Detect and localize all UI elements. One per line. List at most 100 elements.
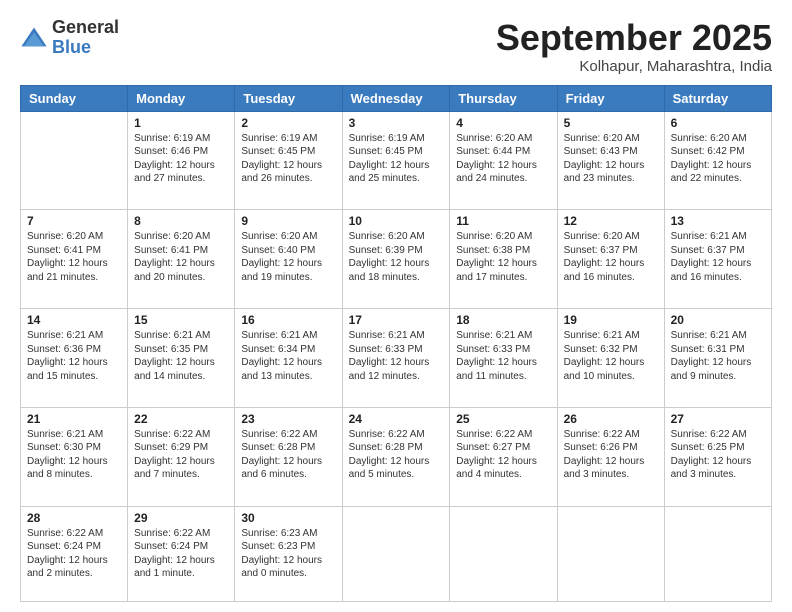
day-number: 30 (241, 511, 335, 525)
table-row: 12 Sunrise: 6:20 AM Sunset: 6:37 PM Dayli… (557, 210, 664, 309)
calendar-row: 7 Sunrise: 6:20 AM Sunset: 6:41 PM Daylig… (21, 210, 772, 309)
day-number: 2 (241, 116, 335, 130)
table-row: 4 Sunrise: 6:20 AM Sunset: 6:44 PM Daylig… (450, 111, 557, 210)
day-info: Sunrise: 6:21 AM Sunset: 6:33 PM Dayligh… (456, 329, 550, 383)
calendar-row: 14 Sunrise: 6:21 AM Sunset: 6:36 PM Dayli… (21, 309, 772, 408)
table-row (450, 506, 557, 601)
col-saturday: Saturday (664, 85, 771, 111)
day-info: Sunrise: 6:21 AM Sunset: 6:31 PM Dayligh… (671, 329, 765, 383)
weekday-header-row: Sunday Monday Tuesday Wednesday Thursday… (21, 85, 772, 111)
table-row (557, 506, 664, 601)
table-row: 20 Sunrise: 6:21 AM Sunset: 6:31 PM Dayli… (664, 309, 771, 408)
day-info: Sunrise: 6:22 AM Sunset: 6:24 PM Dayligh… (27, 527, 121, 581)
title-block: September 2025 Kolhapur, Maharashtra, In… (496, 18, 772, 75)
day-number: 28 (27, 511, 121, 525)
day-number: 29 (134, 511, 228, 525)
day-info: Sunrise: 6:22 AM Sunset: 6:24 PM Dayligh… (134, 527, 228, 581)
day-info: Sunrise: 6:22 AM Sunset: 6:28 PM Dayligh… (241, 428, 335, 482)
table-row: 14 Sunrise: 6:21 AM Sunset: 6:36 PM Dayli… (21, 309, 128, 408)
day-info: Sunrise: 6:20 AM Sunset: 6:38 PM Dayligh… (456, 230, 550, 284)
table-row: 8 Sunrise: 6:20 AM Sunset: 6:41 PM Daylig… (128, 210, 235, 309)
day-info: Sunrise: 6:22 AM Sunset: 6:28 PM Dayligh… (349, 428, 444, 482)
table-row: 26Sunrise: 6:22 AM Sunset: 6:26 PM Dayli… (557, 407, 664, 506)
table-row (21, 111, 128, 210)
day-info: Sunrise: 6:22 AM Sunset: 6:29 PM Dayligh… (134, 428, 228, 482)
day-number: 6 (671, 116, 765, 130)
month-title: September 2025 (496, 18, 772, 58)
day-info: Sunrise: 6:19 AM Sunset: 6:45 PM Dayligh… (241, 132, 335, 186)
day-info: Sunrise: 6:21 AM Sunset: 6:33 PM Dayligh… (349, 329, 444, 383)
logo-blue: Blue (52, 38, 119, 58)
table-row: 1Sunrise: 6:19 AM Sunset: 6:46 PM Daylig… (128, 111, 235, 210)
table-row: 2 Sunrise: 6:19 AM Sunset: 6:45 PM Daylig… (235, 111, 342, 210)
day-info: Sunrise: 6:19 AM Sunset: 6:45 PM Dayligh… (349, 132, 444, 186)
day-number: 20 (671, 313, 765, 327)
table-row: 27Sunrise: 6:22 AM Sunset: 6:25 PM Dayli… (664, 407, 771, 506)
table-row: 17 Sunrise: 6:21 AM Sunset: 6:33 PM Dayli… (342, 309, 450, 408)
day-number: 16 (241, 313, 335, 327)
day-info: Sunrise: 6:21 AM Sunset: 6:34 PM Dayligh… (241, 329, 335, 383)
day-number: 13 (671, 214, 765, 228)
table-row: 9 Sunrise: 6:20 AM Sunset: 6:40 PM Daylig… (235, 210, 342, 309)
day-info: Sunrise: 6:23 AM Sunset: 6:23 PM Dayligh… (241, 527, 335, 581)
table-row: 15Sunrise: 6:21 AM Sunset: 6:35 PM Dayli… (128, 309, 235, 408)
day-number: 18 (456, 313, 550, 327)
day-info: Sunrise: 6:21 AM Sunset: 6:36 PM Dayligh… (27, 329, 121, 383)
table-row: 24 Sunrise: 6:22 AM Sunset: 6:28 PM Dayli… (342, 407, 450, 506)
col-friday: Friday (557, 85, 664, 111)
day-info: Sunrise: 6:21 AM Sunset: 6:35 PM Dayligh… (134, 329, 228, 383)
day-number: 12 (564, 214, 658, 228)
table-row: 30 Sunrise: 6:23 AM Sunset: 6:23 PM Dayli… (235, 506, 342, 601)
day-number: 26 (564, 412, 658, 426)
day-number: 7 (27, 214, 121, 228)
day-info: Sunrise: 6:20 AM Sunset: 6:37 PM Dayligh… (564, 230, 658, 284)
day-number: 17 (349, 313, 444, 327)
calendar-row: 1Sunrise: 6:19 AM Sunset: 6:46 PM Daylig… (21, 111, 772, 210)
table-row: 18 Sunrise: 6:21 AM Sunset: 6:33 PM Dayli… (450, 309, 557, 408)
day-info: Sunrise: 6:20 AM Sunset: 6:41 PM Dayligh… (134, 230, 228, 284)
logo-icon (20, 24, 48, 52)
day-number: 8 (134, 214, 228, 228)
table-row: 29 Sunrise: 6:22 AM Sunset: 6:24 PM Dayli… (128, 506, 235, 601)
day-info: Sunrise: 6:20 AM Sunset: 6:40 PM Dayligh… (241, 230, 335, 284)
calendar: Sunday Monday Tuesday Wednesday Thursday… (20, 85, 772, 602)
logo-text: General Blue (52, 18, 119, 58)
table-row: 7 Sunrise: 6:20 AM Sunset: 6:41 PM Daylig… (21, 210, 128, 309)
day-number: 22 (134, 412, 228, 426)
table-row: 3Sunrise: 6:19 AM Sunset: 6:45 PM Daylig… (342, 111, 450, 210)
col-sunday: Sunday (21, 85, 128, 111)
day-number: 23 (241, 412, 335, 426)
table-row: 5Sunrise: 6:20 AM Sunset: 6:43 PM Daylig… (557, 111, 664, 210)
calendar-row: 28 Sunrise: 6:22 AM Sunset: 6:24 PM Dayli… (21, 506, 772, 601)
day-number: 14 (27, 313, 121, 327)
day-info: Sunrise: 6:20 AM Sunset: 6:41 PM Dayligh… (27, 230, 121, 284)
day-number: 5 (564, 116, 658, 130)
day-info: Sunrise: 6:20 AM Sunset: 6:44 PM Dayligh… (456, 132, 550, 186)
col-thursday: Thursday (450, 85, 557, 111)
table-row: 22 Sunrise: 6:22 AM Sunset: 6:29 PM Dayli… (128, 407, 235, 506)
col-monday: Monday (128, 85, 235, 111)
col-wednesday: Wednesday (342, 85, 450, 111)
calendar-row: 21 Sunrise: 6:21 AM Sunset: 6:30 PM Dayli… (21, 407, 772, 506)
table-row: 10 Sunrise: 6:20 AM Sunset: 6:39 PM Dayli… (342, 210, 450, 309)
table-row: 13 Sunrise: 6:21 AM Sunset: 6:37 PM Dayli… (664, 210, 771, 309)
day-number: 4 (456, 116, 550, 130)
day-info: Sunrise: 6:22 AM Sunset: 6:27 PM Dayligh… (456, 428, 550, 482)
day-number: 27 (671, 412, 765, 426)
table-row: 21 Sunrise: 6:21 AM Sunset: 6:30 PM Dayli… (21, 407, 128, 506)
day-number: 10 (349, 214, 444, 228)
day-info: Sunrise: 6:19 AM Sunset: 6:46 PM Dayligh… (134, 132, 228, 186)
table-row: 16 Sunrise: 6:21 AM Sunset: 6:34 PM Dayli… (235, 309, 342, 408)
day-info: Sunrise: 6:21 AM Sunset: 6:30 PM Dayligh… (27, 428, 121, 482)
table-row: 23 Sunrise: 6:22 AM Sunset: 6:28 PM Dayli… (235, 407, 342, 506)
day-info: Sunrise: 6:21 AM Sunset: 6:32 PM Dayligh… (564, 329, 658, 383)
day-info: Sunrise: 6:20 AM Sunset: 6:39 PM Dayligh… (349, 230, 444, 284)
table-row: 6Sunrise: 6:20 AM Sunset: 6:42 PM Daylig… (664, 111, 771, 210)
col-tuesday: Tuesday (235, 85, 342, 111)
day-number: 21 (27, 412, 121, 426)
day-number: 24 (349, 412, 444, 426)
day-number: 9 (241, 214, 335, 228)
table-row: 19Sunrise: 6:21 AM Sunset: 6:32 PM Dayli… (557, 309, 664, 408)
location: Kolhapur, Maharashtra, India (496, 58, 772, 75)
day-info: Sunrise: 6:21 AM Sunset: 6:37 PM Dayligh… (671, 230, 765, 284)
